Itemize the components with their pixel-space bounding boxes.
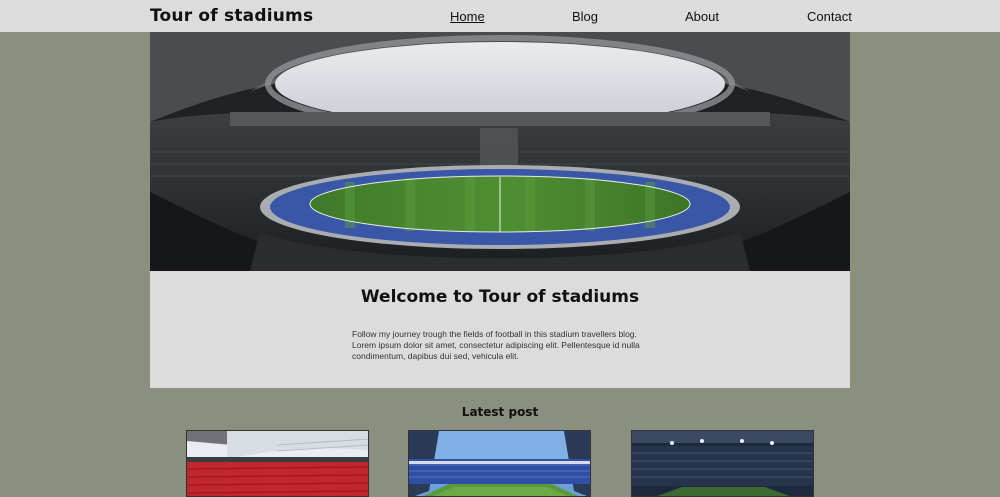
nav-about-link[interactable]: About	[685, 9, 719, 24]
hero-image	[150, 32, 850, 271]
stadium-night-lights-image	[632, 431, 813, 496]
stadium-red-seats-image	[187, 431, 368, 496]
nav-home-link[interactable]: Home	[450, 9, 485, 24]
nav-blog-link[interactable]: Blog	[572, 9, 598, 24]
post-thumbnail-1[interactable]	[186, 430, 369, 497]
latest-post-heading: Latest post	[461, 405, 539, 419]
nav-contact-link[interactable]: Contact	[807, 9, 852, 24]
stadium-blue-seats-image	[409, 431, 590, 496]
site-brand[interactable]: Tour of stadiums	[150, 6, 313, 26]
welcome-section: Welcome to Tour of stadiums Follow my jo…	[150, 271, 850, 388]
top-navbar: Tour of stadiums Home Blog About Contact	[0, 0, 1000, 32]
post-thumbnail-3[interactable]	[631, 430, 814, 497]
stadium-panorama-image	[150, 32, 850, 271]
post-thumbnail-2[interactable]	[408, 430, 591, 497]
welcome-title: Welcome to Tour of stadiums	[360, 287, 640, 307]
welcome-text: Follow my journey trough the fields of f…	[352, 329, 640, 361]
